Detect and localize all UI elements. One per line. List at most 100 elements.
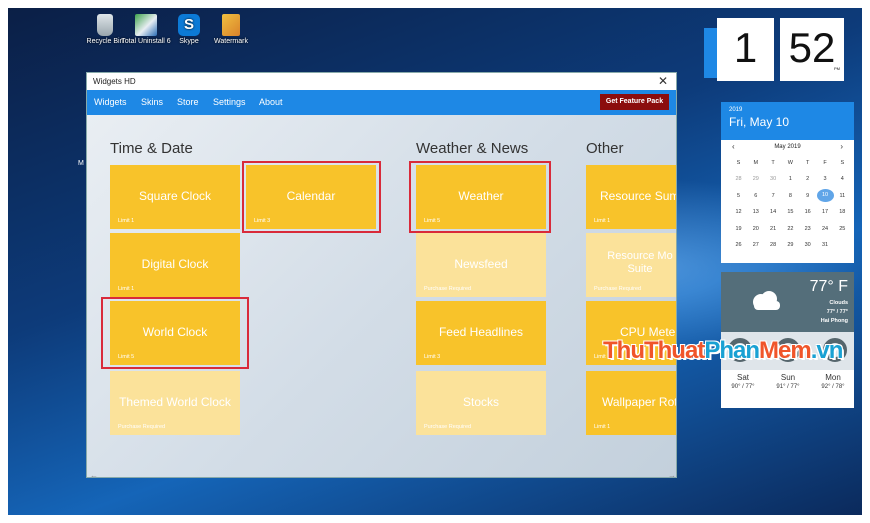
cloud-icon [753,291,780,310]
calendar-day[interactable]: 29 [782,242,799,248]
calendar-weekday: S [840,160,845,166]
desktop-icon-label: Skype [179,38,199,45]
nav-about[interactable]: About [259,97,283,107]
calendar-day[interactable]: 3 [817,176,834,182]
forecast-mon: Mon 92° / 78° [813,373,853,390]
tile-resource-summary[interactable]: Resource Sum Limit 1 [586,165,677,229]
widgets-hd-window: Widgets HD ✕ Widgets Skins Store Setting… [86,72,677,478]
calendar-day[interactable]: 17 [817,209,834,215]
tile-stocks[interactable]: Stocks Purchase Required [416,371,546,435]
forecast-sat: Sat 90° / 77° [723,373,763,390]
tile-digital-clock[interactable]: Digital Clock Limit 1 [110,233,240,297]
desktop-icon-watermark[interactable]: Watermark [206,14,256,46]
calendar-day[interactable]: 15 [782,209,799,215]
calendar-day[interactable]: 18 [834,209,851,215]
calendar-day[interactable]: 23 [799,226,816,232]
calendar-day[interactable]: 10 [816,188,834,202]
calendar-day[interactable]: 28 [730,176,747,182]
close-button[interactable]: ✕ [658,74,668,88]
calendar-day[interactable]: 11 [834,193,851,199]
tile-title: Resource Sum [600,189,677,203]
calendar-day[interactable]: 16 [799,209,816,215]
clock-minute-value: 52 [788,24,836,71]
desktop-side-text: M [78,160,84,167]
calendar-year: 2019 [729,107,743,113]
tile-title: Digital Clock [141,257,209,271]
calendar-day[interactable]: 24 [817,226,834,232]
tile-title: Resource Mo Suite [607,250,673,275]
window-title: Widgets HD [93,77,136,86]
calendar-header: 2019 Fri, May 10 [721,102,854,140]
highlight-world-clock [101,297,249,369]
calendar-day[interactable]: 30 [799,242,816,248]
tile-limit: Limit 1 [118,286,135,292]
tile-resource-monitor-suite[interactable]: Resource Mo Suite Purchase Required [586,233,676,297]
clock-hour: 1 [717,18,774,81]
calendar-day[interactable]: 22 [782,226,799,232]
clock-minute: 52 PM [780,18,844,81]
watermark-icon [222,14,240,36]
widget-gallery: Time & Date Weather & News Other Square … [87,115,677,477]
tile-square-clock[interactable]: Square Clock Limit 1 [110,165,240,229]
window-titlebar[interactable]: Widgets HD ✕ [87,73,676,90]
tile-title: Stocks [462,395,499,409]
site-watermark: ThuThuatPhanMem.vn [603,337,843,364]
calendar-day[interactable]: 20 [747,226,764,232]
calendar-widget[interactable]: 2019 Fri, May 10 ‹ May 2019 › S M T W T F S 28 2… [721,102,854,263]
calendar-day[interactable]: 21 [765,226,782,232]
forecast-temp: 91° / 77° [776,384,800,390]
calendar-day[interactable]: 28 [765,242,782,248]
forecast-day: Sat [736,373,749,382]
calendar-day[interactable]: 26 [730,242,747,248]
weather-current: 77° F Clouds 77° / 77° Hai Phong [721,272,854,332]
highlight-calendar [242,161,381,233]
calendar-day[interactable]: 8 [782,193,799,199]
calendar-day[interactable]: 9 [799,193,816,199]
section-weather-news: Weather & News [416,140,529,157]
calendar-day[interactable]: 7 [765,193,782,199]
tile-themed-world-clock[interactable]: Themed World Clock Purchase Required [110,371,240,435]
calendar-day[interactable]: 1 [782,176,799,182]
calendar-day[interactable]: 25 [834,226,851,232]
recycle-bin-icon [97,14,113,36]
weather-condition: Clouds [829,300,848,306]
tile-limit: Limit 1 [594,424,611,430]
forecast-day: Mon [825,373,841,382]
weather-temperature: 77° F [809,278,848,295]
tile-wallpaper-rotator[interactable]: Wallpaper Rot Limit 1 [586,371,676,435]
calendar-next-button[interactable]: › [840,142,843,151]
weather-city: Hai Phong [820,318,848,324]
calendar-weekday: F [823,160,827,166]
scroll-right-arrow[interactable]: → [668,471,676,477]
calendar-day[interactable]: 4 [834,176,851,182]
get-feature-pack-button[interactable]: Get Feature Pack [600,94,669,110]
nav-bar: Widgets Skins Store Settings About Get F… [87,90,676,115]
calendar-month: May 2019 [774,144,801,150]
calendar-day[interactable]: 29 [747,176,764,182]
calendar-day[interactable]: 13 [747,209,764,215]
calendar-day[interactable]: 5 [730,193,747,199]
highlight-weather [409,161,551,233]
tile-newsfeed[interactable]: Newsfeed Purchase Required [416,233,546,297]
nav-settings[interactable]: Settings [213,97,246,107]
nav-store[interactable]: Store [177,97,199,107]
tile-feed-headlines[interactable]: Feed Headlines Limit 3 [416,301,546,365]
calendar-day[interactable]: 27 [747,242,764,248]
nav-skins[interactable]: Skins [141,97,163,107]
calendar-weekday: W [787,160,793,166]
calendar-day[interactable]: 2 [799,176,816,182]
nav-widgets[interactable]: Widgets [94,97,127,107]
calendar-day[interactable]: 30 [765,176,782,182]
calendar-day[interactable]: 14 [765,209,782,215]
forecast-sun: Sun 91° / 77° [768,373,808,390]
calendar-day[interactable]: 6 [747,193,764,199]
calendar-day[interactable]: 12 [730,209,747,215]
section-other: Other [586,140,624,157]
calendar-day[interactable]: 19 [730,226,747,232]
calendar-weekday: M [753,160,759,166]
section-time-date: Time & Date [110,140,193,157]
calendar-day[interactable]: 31 [817,242,834,248]
tile-limit: Purchase Required [594,286,642,292]
skype-icon: S [178,14,200,36]
scroll-left-arrow[interactable]: ← [90,471,98,477]
